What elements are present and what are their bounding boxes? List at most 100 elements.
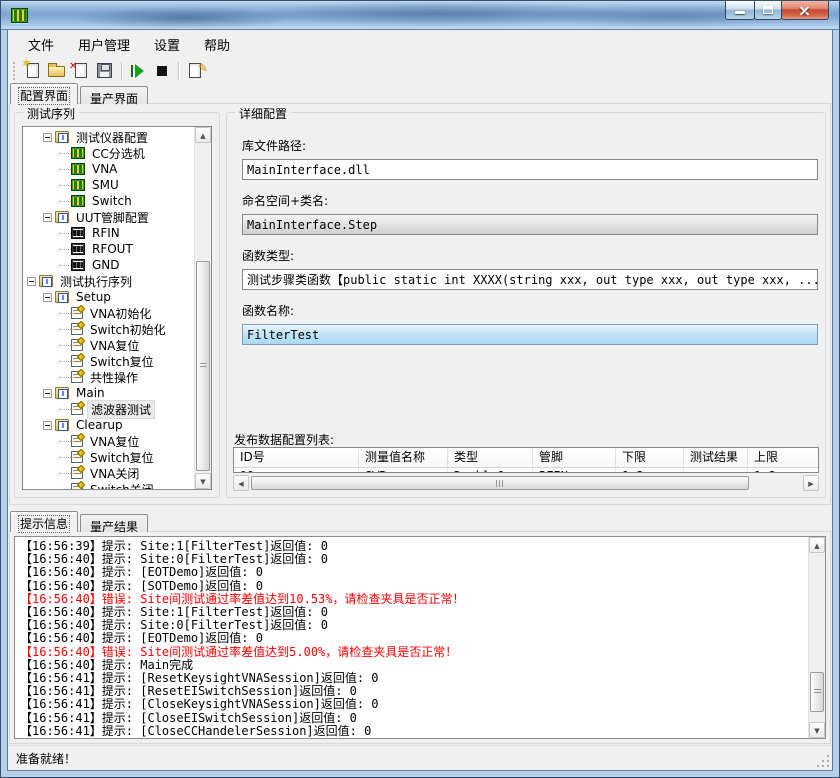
tree-item[interactable]: VNA复位 (25, 433, 211, 449)
column-header[interactable]: 下限 (616, 448, 684, 467)
resize-grip[interactable] (817, 755, 830, 768)
scroll-thumb[interactable] (196, 261, 210, 471)
tree-item[interactable]: Switch (25, 193, 211, 209)
tree-item[interactable]: 共性操作 (25, 369, 211, 385)
log-line: 【16:56:40】错误: Site间测试通过率差值达到5.00%，请检查夹具是… (20, 646, 801, 659)
log-line: 【16:56:41】提示: [CloseEISwitchSession]返回值:… (20, 712, 801, 725)
scroll-up-icon[interactable]: ▲ (195, 127, 211, 143)
tree-item[interactable]: RFIN (25, 225, 211, 241)
edit-button[interactable]: ✎ (183, 60, 207, 82)
tree-item[interactable]: UUT管脚配置 (25, 209, 211, 225)
circuit-board-icon (11, 8, 28, 23)
tree-expander-icon[interactable] (43, 133, 52, 142)
tree-expander-icon[interactable] (43, 213, 52, 222)
scroll-down-icon[interactable]: ▼ (195, 473, 211, 489)
column-header[interactable]: 测试结果 (684, 448, 748, 467)
tree-connector (59, 169, 71, 170)
menu-item-0[interactable]: 文件 (16, 30, 66, 59)
scroll-down-icon[interactable]: ▼ (809, 722, 825, 738)
scroll-up-icon[interactable]: ▲ (809, 537, 825, 553)
tree-item[interactable]: VNA初始化 (25, 305, 211, 321)
log-output[interactable]: 【16:56:39】提示: Site:1[FilterTest]返回值: 0【1… (14, 536, 826, 739)
tree-item[interactable]: 测试仪器配置 (25, 129, 211, 145)
publish-data-table[interactable]: ID号测量值名称类型管脚下限测试结果上限11SWRDouble&RFIN1.21… (233, 447, 819, 473)
close-button[interactable] (781, 1, 829, 20)
folder-icon (55, 419, 69, 431)
message-tabpage: 【16:56:39】提示: Site:1[FilterTest]返回值: 0【1… (9, 531, 831, 744)
script-icon (71, 403, 83, 415)
table-cell: 1.2 (616, 468, 684, 473)
script-icon (71, 339, 83, 351)
tree-connector (59, 489, 71, 490)
tree-item[interactable]: SMU (25, 177, 211, 193)
log-line: 【16:56:40】提示: [EOTDemo]返回值: 0 (20, 632, 801, 645)
tree-expander-icon[interactable] (43, 421, 52, 430)
save-file-button[interactable] (93, 60, 117, 82)
open-file-button[interactable] (45, 60, 69, 82)
tree-item[interactable]: CC分选机 (25, 145, 211, 161)
tree-item[interactable]: VNA复位 (25, 337, 211, 353)
tree-item[interactable]: Clearup (25, 417, 211, 433)
test-sequence-tree[interactable]: 测试仪器配置CC分选机VNASMUSwitchUUT管脚配置RFINRFOUTG… (22, 126, 212, 490)
bottom-tab-1[interactable]: 量产结果 (80, 514, 148, 532)
function-name-field[interactable]: FilterTest (242, 324, 818, 345)
tree-item[interactable]: RFOUT (25, 241, 211, 257)
table-cell: 11 (234, 468, 359, 473)
table-row[interactable]: 11SWRDouble&RFIN1.21.8 (234, 468, 818, 473)
config-tabpage: 测试序列 测试仪器配置CC分选机VNASMUSwitchUUT管脚配置RFINR… (9, 103, 831, 505)
column-header[interactable]: 管脚 (533, 448, 616, 467)
tree-item[interactable]: Switch关闭 (25, 481, 211, 490)
new-file-button[interactable]: ✶ (21, 60, 45, 82)
script-icon (71, 435, 83, 447)
tree-item[interactable]: Switch初始化 (25, 321, 211, 337)
tree-item[interactable]: Setup (25, 289, 211, 305)
menu-item-2[interactable]: 设置 (142, 30, 192, 59)
column-header[interactable]: 测量值名称 (359, 448, 448, 467)
script-icon (71, 371, 83, 383)
tree-item[interactable]: Switch复位 (25, 353, 211, 369)
scroll-right-icon[interactable]: ▶ (803, 475, 819, 491)
tree-expander-icon[interactable] (43, 293, 52, 302)
scroll-thumb[interactable] (251, 476, 749, 490)
stop-button[interactable] (150, 60, 174, 82)
namespace-class-field[interactable]: MainInterface.Step (242, 214, 818, 235)
scroll-thumb[interactable] (810, 672, 824, 712)
tree-item[interactable]: Switch复位 (25, 449, 211, 465)
tree-item[interactable]: GND (25, 257, 211, 273)
function-type-field[interactable]: 测试步骤类函数【public static int XXXX(string xx… (242, 269, 818, 290)
main-tab-0[interactable]: 配置界面 (10, 83, 78, 104)
tree-item[interactable]: VNA (25, 161, 211, 177)
tree-connector (59, 153, 71, 154)
tree-item[interactable]: 测试执行序列 (25, 273, 211, 289)
minimize-button[interactable] (725, 1, 755, 20)
titlebar[interactable] (1, 1, 839, 30)
menu-item-1[interactable]: 用户管理 (66, 30, 142, 59)
main-tab-1[interactable]: 量产界面 (80, 86, 148, 104)
scroll-left-icon[interactable]: ◀ (233, 475, 249, 491)
toolbar-grip[interactable] (13, 62, 18, 80)
table-hscrollbar[interactable]: ◀ ▶ (233, 475, 819, 492)
menu-item-3[interactable]: 帮助 (192, 30, 242, 59)
tree-scrollbar[interactable]: ▲ ▼ (194, 127, 211, 489)
bottom-tabstrip: 提示信息量产结果 (10, 511, 150, 532)
library-path-field[interactable]: MainInterface.dll (242, 159, 818, 180)
column-header[interactable]: 上限 (748, 448, 819, 467)
client-area: 文件用户管理设置帮助 ✶ ✕ ✎ 配置界面量产界面 测试序列 测试仪器配置CC分选机… (8, 30, 832, 770)
maximize-button[interactable] (754, 1, 782, 20)
tree-item[interactable]: VNA关闭 (25, 465, 211, 481)
bottom-tab-0[interactable]: 提示信息 (10, 511, 78, 532)
board-icon (71, 195, 85, 207)
table-header-row: ID号测量值名称类型管脚下限测试结果上限 (234, 448, 818, 468)
test-sequence-panel: 测试序列 测试仪器配置CC分选机VNASMUSwitchUUT管脚配置RFINR… (14, 112, 220, 498)
log-scrollbar[interactable]: ▲ ▼ (808, 537, 825, 738)
table-cell: SWR (359, 468, 448, 473)
tree-item[interactable]: 滤波器测试 (25, 401, 211, 417)
column-header[interactable]: 类型 (448, 448, 533, 467)
run-button[interactable] (126, 60, 150, 82)
tree-expander-icon[interactable] (43, 389, 52, 398)
delete-file-button[interactable]: ✕ (69, 60, 93, 82)
column-header[interactable]: ID号 (234, 448, 359, 467)
table-cell: Double& (448, 468, 533, 473)
tree-expander-icon[interactable] (27, 277, 36, 286)
chip-icon (71, 243, 85, 255)
